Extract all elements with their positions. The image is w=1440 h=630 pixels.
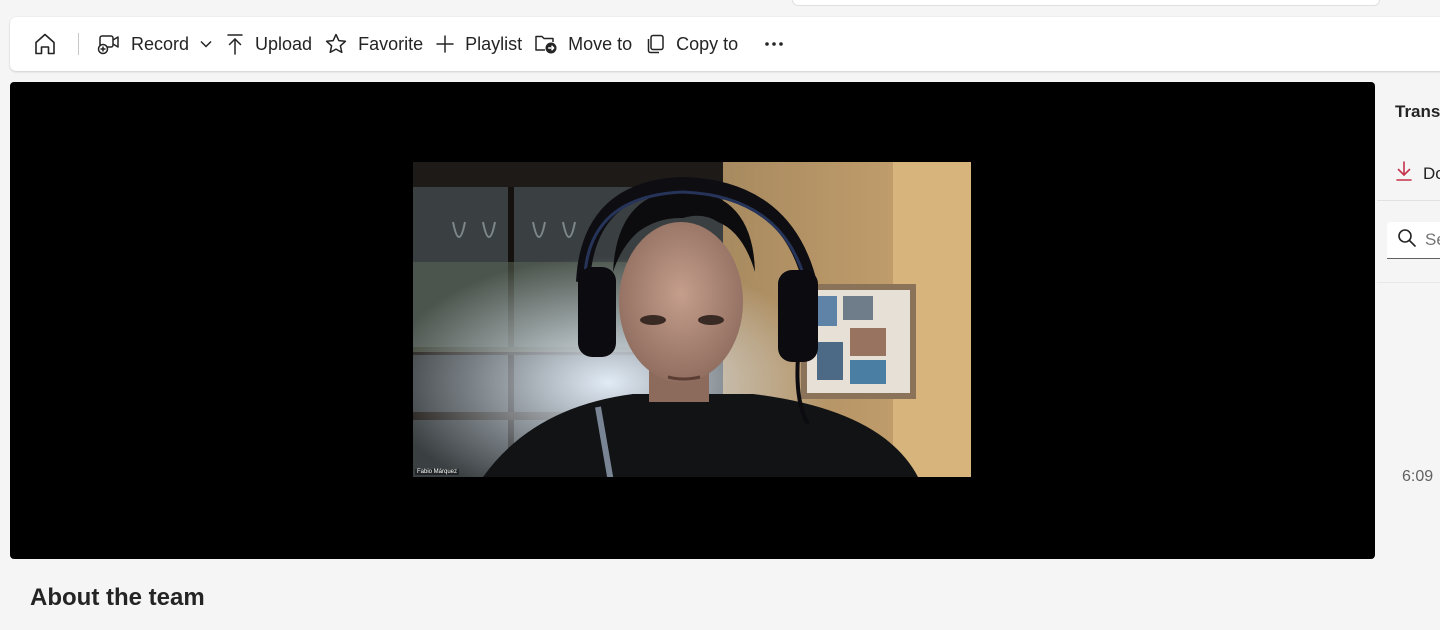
transcript-search-input[interactable]	[1423, 229, 1440, 251]
copy-icon	[644, 33, 666, 55]
arrow-download-icon	[1395, 160, 1413, 187]
arrow-upload-icon	[225, 32, 245, 56]
command-bar: Record Upload Favorite Playlist Move to …	[10, 17, 1440, 71]
move-to-label: Move to	[568, 33, 633, 54]
playlist-label: Playlist	[465, 33, 523, 54]
panel-divider-2	[1377, 282, 1440, 283]
transcript-search-box[interactable]	[1387, 222, 1440, 259]
search-icon	[1397, 228, 1417, 253]
folder-move-icon	[534, 33, 558, 55]
favorite-button[interactable]: Favorite	[318, 24, 429, 64]
star-icon	[324, 32, 348, 56]
record-button[interactable]: Record	[91, 24, 219, 64]
participant-name-tag: Fabio Márquez	[415, 469, 460, 475]
copy-to-button[interactable]: Copy to	[638, 24, 744, 64]
video-player[interactable]: Fabio Márquez	[10, 82, 1375, 559]
home-button[interactable]	[26, 24, 64, 64]
favorite-label: Favorite	[358, 33, 424, 54]
top-search-edge	[792, 0, 1380, 6]
copy-to-label: Copy to	[676, 33, 739, 54]
move-to-button[interactable]: Move to	[528, 24, 638, 64]
transcript-title: Transcript	[1395, 102, 1440, 121]
chevron-down-icon[interactable]	[199, 39, 213, 49]
transcript-panel: Transcript Download 6:09	[1377, 82, 1440, 630]
participant-video-image	[413, 162, 971, 477]
playlist-button[interactable]: Playlist	[429, 24, 528, 64]
download-button[interactable]: Download	[1395, 160, 1440, 187]
upload-button[interactable]: Upload	[219, 24, 318, 64]
home-icon	[32, 31, 58, 57]
more-horizontal-icon	[764, 41, 784, 47]
more-options-button[interactable]	[758, 24, 790, 64]
video-frame[interactable]: Fabio Márquez	[413, 162, 971, 477]
video-add-icon	[97, 33, 121, 55]
toolbar-divider	[78, 33, 79, 55]
section-title: About the team	[30, 584, 205, 611]
transcript-timestamp[interactable]: 6:09	[1402, 468, 1433, 486]
panel-divider	[1377, 200, 1440, 201]
record-label: Record	[131, 33, 190, 54]
download-label: Download	[1423, 163, 1440, 183]
upload-label: Upload	[255, 33, 313, 54]
plus-icon	[435, 34, 455, 54]
